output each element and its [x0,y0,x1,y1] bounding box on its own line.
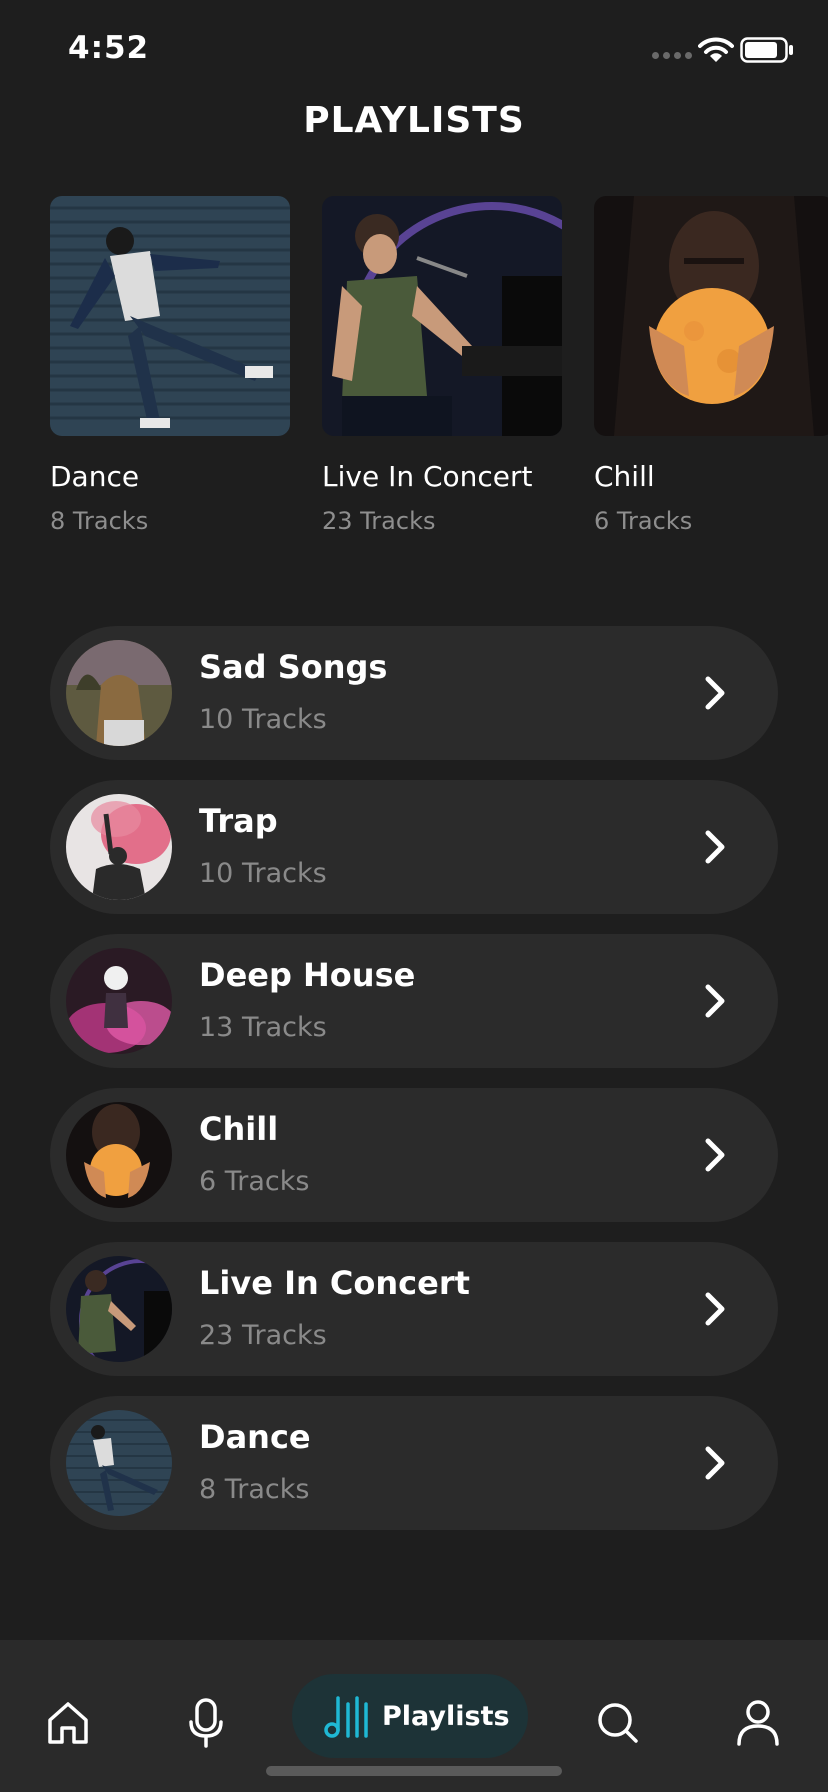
chevron-right-icon[interactable] [700,1135,730,1175]
dance-photo [66,1410,172,1516]
music-bars-icon [324,1696,368,1738]
chevron-right-icon[interactable] [700,1443,730,1483]
nav-search-button[interactable] [588,1692,648,1752]
signal-icon [652,52,692,59]
chevron-right-icon[interactable] [700,1289,730,1329]
home-icon [48,1702,88,1744]
playlist-tracks: 13 Tracks [199,1012,327,1043]
featured-tracks: 23 Tracks [322,507,436,535]
playlist-tracks: 6 Tracks [199,1166,310,1197]
status-time: 4:52 [68,30,150,66]
nav-playlists-button[interactable]: Playlists [292,1674,528,1758]
featured-card-chill[interactable]: Chill 6 Tracks [594,196,828,535]
nav-mic-button[interactable] [176,1692,236,1752]
playlist-tracks: 8 Tracks [199,1474,310,1505]
featured-playlists-carousel[interactable]: Dance 8 Tracks Live In Concert 23 Tracks… [50,196,828,546]
playlist-row-sad-songs[interactable]: Sad Songs 10 Tracks [50,626,778,760]
playlist-name: Dance [199,1418,311,1456]
featured-card-dance[interactable]: Dance 8 Tracks [50,196,290,535]
playlist-name: Live In Concert [199,1264,470,1302]
playlist-name: Sad Songs [199,648,388,686]
playlist-row-trap[interactable]: Trap 10 Tracks [50,780,778,914]
featured-name: Live In Concert [322,460,533,493]
chill-photo [594,196,828,436]
concert-photo [66,1256,172,1362]
playlists-screen: 4:52 PLAYLISTS Dance 8 Tracks Live In Co… [0,0,828,1792]
microphone-icon [189,1698,223,1748]
playlist-row-live-in-concert[interactable]: Live In Concert 23 Tracks [50,1242,778,1376]
playlist-tracks: 23 Tracks [199,1320,327,1351]
dance-photo [50,196,290,436]
deephouse-photo [66,948,172,1054]
trap-photo [66,794,172,900]
profile-icon [737,1700,779,1746]
chevron-right-icon[interactable] [700,827,730,867]
playlist-name: Trap [199,802,278,840]
playlist-row-dance[interactable]: Dance 8 Tracks [50,1396,778,1530]
concert-photo [322,196,562,436]
playlist-name: Deep House [199,956,416,994]
playlist-tracks: 10 Tracks [199,858,327,889]
page-title: PLAYLISTS [303,100,525,141]
wifi-icon [698,37,734,62]
home-indicator [266,1766,562,1776]
chevron-right-icon[interactable] [700,981,730,1021]
playlist-list: Sad Songs 10 Tracks Trap 10 Tracks Deep … [50,626,778,1550]
search-icon [598,1703,638,1743]
featured-tracks: 8 Tracks [50,507,149,535]
playlist-row-deep-house[interactable]: Deep House 13 Tracks [50,934,778,1068]
nav-playlists-label: Playlists [382,1700,510,1732]
nav-home-button[interactable] [38,1692,98,1752]
playlist-row-chill[interactable]: Chill 6 Tracks [50,1088,778,1222]
nav-profile-button[interactable] [728,1692,788,1752]
featured-tracks: 6 Tracks [594,507,693,535]
playlist-name: Chill [199,1110,279,1148]
featured-name: Dance [50,460,140,493]
sad-photo [66,640,172,746]
playlist-tracks: 10 Tracks [199,704,327,735]
chill-photo [66,1102,172,1208]
featured-name: Chill [594,460,655,493]
status-bar: 4:52 [0,0,828,100]
featured-card-live-in-concert[interactable]: Live In Concert 23 Tracks [322,196,562,535]
battery-icon [740,37,793,63]
chevron-right-icon[interactable] [700,673,730,713]
